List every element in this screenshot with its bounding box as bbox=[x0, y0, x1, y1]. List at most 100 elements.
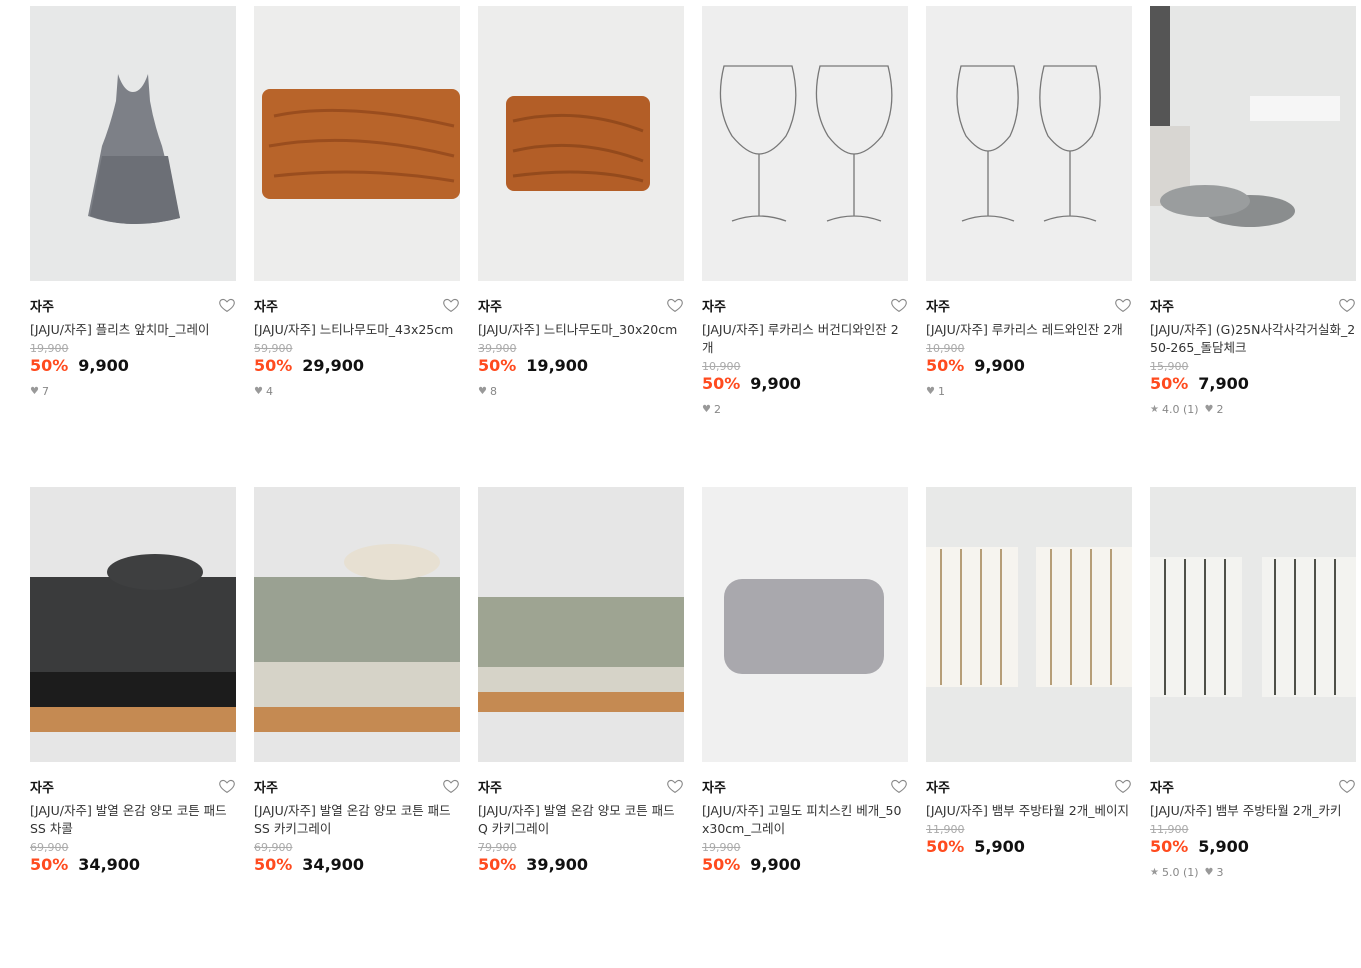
product-brand: 자주 bbox=[478, 299, 502, 315]
sale-price: 9,900 bbox=[974, 356, 1025, 375]
product-photo bbox=[926, 6, 1132, 281]
rating-value: 5.0 (1) bbox=[1161, 866, 1199, 879]
product-image-towel-khaki[interactable] bbox=[1150, 487, 1356, 762]
wishlist-heart-icon[interactable] bbox=[666, 296, 684, 314]
original-price: 69,900 bbox=[30, 841, 69, 854]
sale-price: 19,900 bbox=[526, 356, 589, 375]
product-photo bbox=[702, 487, 908, 762]
product-brand: 자주 bbox=[1150, 299, 1174, 315]
product-image-board-large[interactable] bbox=[254, 6, 460, 281]
sale-price: 5,900 bbox=[974, 837, 1025, 856]
heart-filled-icon: ♥ bbox=[254, 386, 263, 397]
product-image-pad-charcoal[interactable] bbox=[30, 487, 236, 762]
product-image-slippers[interactable] bbox=[1150, 6, 1356, 281]
wishlist-heart-icon[interactable] bbox=[442, 296, 460, 314]
like-count: ♥ 7 bbox=[30, 385, 49, 398]
heart-filled-icon: ♥ bbox=[926, 386, 935, 397]
product-image-apron[interactable] bbox=[30, 6, 236, 281]
like-count: ♥ 2 bbox=[702, 403, 721, 416]
product-card-11[interactable]: 자주 [JAJU/자주] 뱀부 주방타월 2개_베이지 11,900 50% 5… bbox=[926, 487, 1132, 968]
product-image-pillow[interactable] bbox=[702, 487, 908, 762]
product-card-9[interactable]: 자주 [JAJU/자주] 발열 온감 양모 코튼 패드 Q 카키그레이 79,9… bbox=[478, 487, 684, 968]
like-count: ♥ 2 bbox=[1205, 403, 1224, 416]
product-stats: ♥ 4 bbox=[254, 385, 460, 398]
wishlist-heart-icon[interactable] bbox=[218, 296, 236, 314]
product-stats: ♥ 7 bbox=[30, 385, 236, 398]
sale-price: 34,900 bbox=[302, 855, 365, 874]
sale-price: 7,900 bbox=[1198, 374, 1249, 393]
original-price: 19,900 bbox=[30, 342, 69, 355]
original-price: 19,900 bbox=[702, 841, 741, 854]
product-stats: ★ 5.0 (1) ♥ 3 bbox=[1150, 866, 1356, 879]
product-name[interactable]: [JAJU/자주] 발열 온감 양모 코튼 패드 Q 카키그레이 bbox=[478, 802, 684, 838]
like-count: ♥ 1 bbox=[926, 385, 945, 398]
product-name[interactable]: [JAJU/자주] 루카리스 레드와인잔 2개 bbox=[926, 321, 1132, 339]
product-name[interactable]: [JAJU/자주] 느티나무도마_43x25cm bbox=[254, 321, 460, 339]
wishlist-heart-icon[interactable] bbox=[1114, 296, 1132, 314]
product-grid: 자주 [JAJU/자주] 플리츠 앞치마_그레이 19,900 50% 9,90… bbox=[30, 6, 1361, 968]
product-brand: 자주 bbox=[926, 299, 950, 315]
product-card-8[interactable]: 자주 [JAJU/자주] 발열 온감 양모 코튼 패드 SS 카키그레이 69,… bbox=[254, 487, 460, 968]
product-image-pad-khaki-q[interactable] bbox=[478, 487, 684, 762]
product-row-2: 자주 [JAJU/자주] 발열 온감 양모 코튼 패드 SS 차콜 69,900… bbox=[30, 487, 1361, 968]
product-photo bbox=[30, 487, 236, 762]
product-brand: 자주 bbox=[926, 780, 950, 796]
product-name[interactable]: [JAJU/자주] 느티나무도마_30x20cm bbox=[478, 321, 684, 339]
product-brand: 자주 bbox=[1150, 780, 1174, 796]
product-name[interactable]: [JAJU/자주] 발열 온감 양모 코튼 패드 SS 카키그레이 bbox=[254, 802, 460, 838]
product-card-2[interactable]: 자주 [JAJU/자주] 느티나무도마_43x25cm 59,900 50% 2… bbox=[254, 6, 460, 487]
product-name[interactable]: [JAJU/자주] 발열 온감 양모 코튼 패드 SS 차콜 bbox=[30, 802, 236, 838]
product-card-4[interactable]: 자주 [JAJU/자주] 루카리스 버건디와인잔 2개 10,900 50% 9… bbox=[702, 6, 908, 487]
product-photo bbox=[1150, 487, 1356, 762]
product-stats: ★ 4.0 (1) ♥ 2 bbox=[1150, 403, 1356, 416]
heart-filled-icon: ♥ bbox=[30, 386, 39, 397]
sale-price: 29,900 bbox=[302, 356, 365, 375]
product-card-1[interactable]: 자주 [JAJU/자주] 플리츠 앞치마_그레이 19,900 50% 9,90… bbox=[30, 6, 236, 487]
product-name[interactable]: [JAJU/자주] (G)25N사각사각거실화_250-265_돌담체크 bbox=[1150, 321, 1356, 357]
product-photo bbox=[702, 6, 908, 281]
product-name[interactable]: [JAJU/자주] 뱀부 주방타월 2개_베이지 bbox=[926, 802, 1132, 820]
product-stats: ♥ 1 bbox=[926, 385, 1132, 398]
heart-filled-icon: ♥ bbox=[702, 404, 711, 415]
product-card-6[interactable]: 자주 [JAJU/자주] (G)25N사각사각거실화_250-265_돌담체크 … bbox=[1150, 6, 1356, 487]
wishlist-heart-icon[interactable] bbox=[442, 777, 460, 795]
product-image-pad-khaki[interactable] bbox=[254, 487, 460, 762]
discount-rate: 50% bbox=[478, 356, 517, 375]
like-count-value: 2 bbox=[1216, 403, 1224, 416]
product-name[interactable]: [JAJU/자주] 플리츠 앞치마_그레이 bbox=[30, 321, 236, 339]
product-card-12[interactable]: 자주 [JAJU/자주] 뱀부 주방타월 2개_카키 11,900 50% 5,… bbox=[1150, 487, 1356, 968]
product-card-7[interactable]: 자주 [JAJU/자주] 발열 온감 양모 코튼 패드 SS 차콜 69,900… bbox=[30, 487, 236, 968]
original-price: 15,900 bbox=[1150, 360, 1189, 373]
heart-filled-icon: ♥ bbox=[478, 386, 487, 397]
original-price: 69,900 bbox=[254, 841, 293, 854]
sale-price: 9,900 bbox=[750, 855, 801, 874]
product-brand: 자주 bbox=[702, 780, 726, 796]
like-count-value: 7 bbox=[41, 385, 49, 398]
discount-rate: 50% bbox=[702, 855, 741, 874]
wishlist-heart-icon[interactable] bbox=[890, 777, 908, 795]
original-price: 10,900 bbox=[702, 360, 741, 373]
wishlist-heart-icon[interactable] bbox=[1114, 777, 1132, 795]
original-price: 59,900 bbox=[254, 342, 293, 355]
product-name[interactable]: [JAJU/자주] 루카리스 버건디와인잔 2개 bbox=[702, 321, 908, 357]
product-card-5[interactable]: 자주 [JAJU/자주] 루카리스 레드와인잔 2개 10,900 50% 9,… bbox=[926, 6, 1132, 487]
product-card-10[interactable]: 자주 [JAJU/자주] 고밀도 피치스킨 베개_50x30cm_그레이 19,… bbox=[702, 487, 908, 968]
like-count-value: 1 bbox=[937, 385, 945, 398]
product-name[interactable]: [JAJU/자주] 뱀부 주방타월 2개_카키 bbox=[1150, 802, 1356, 820]
wishlist-heart-icon[interactable] bbox=[890, 296, 908, 314]
product-card-3[interactable]: 자주 [JAJU/자주] 느티나무도마_30x20cm 39,900 50% 1… bbox=[478, 6, 684, 487]
wishlist-heart-icon[interactable] bbox=[666, 777, 684, 795]
original-price: 10,900 bbox=[926, 342, 965, 355]
heart-filled-icon: ♥ bbox=[1204, 404, 1214, 415]
wishlist-heart-icon[interactable] bbox=[1338, 296, 1356, 314]
product-image-towel-beige[interactable] bbox=[926, 487, 1132, 762]
original-price: 39,900 bbox=[478, 342, 517, 355]
product-brand: 자주 bbox=[30, 299, 54, 315]
product-image-wine-red[interactable] bbox=[926, 6, 1132, 281]
product-image-board-small[interactable] bbox=[478, 6, 684, 281]
product-name[interactable]: [JAJU/자주] 고밀도 피치스킨 베개_50x30cm_그레이 bbox=[702, 802, 908, 838]
wishlist-heart-icon[interactable] bbox=[1338, 777, 1356, 795]
product-image-wine-burgundy[interactable] bbox=[702, 6, 908, 281]
product-brand: 자주 bbox=[702, 299, 726, 315]
wishlist-heart-icon[interactable] bbox=[218, 777, 236, 795]
